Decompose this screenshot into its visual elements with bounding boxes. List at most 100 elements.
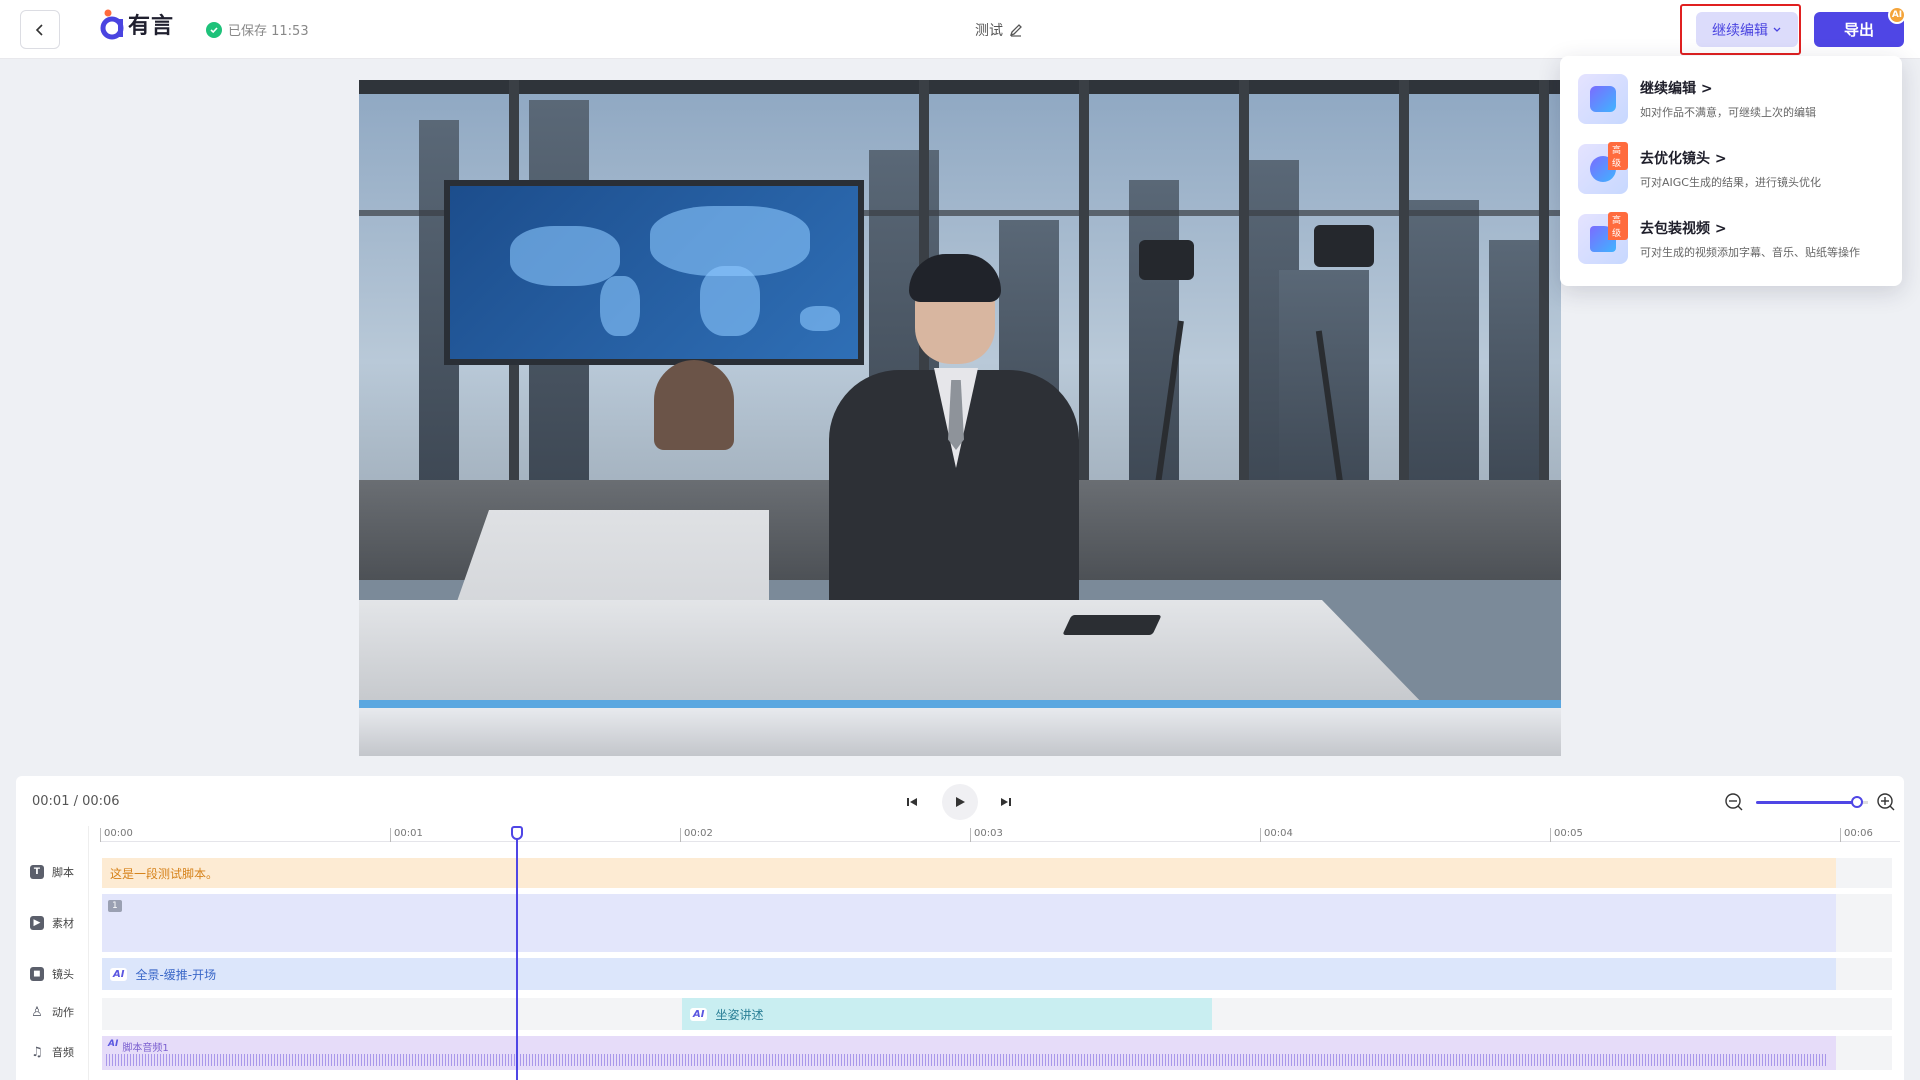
window-frame <box>359 80 1561 94</box>
camera-clip[interactable]: AI 全景-缓推-开场 <box>102 958 1836 990</box>
music-note-icon: ♫ <box>31 1044 43 1060</box>
map-region <box>700 266 760 336</box>
playhead-line[interactable] <box>516 828 518 1080</box>
playhead-handle[interactable] <box>511 826 523 840</box>
menu-item-desc: 可对AIGC生成的结果，进行镜头优化 <box>1640 176 1821 189</box>
camera-icon: ◼ <box>30 967 44 981</box>
ai-icon: AI <box>110 967 128 981</box>
audio-clip[interactable]: AI 脚本音频1 <box>102 1036 1836 1070</box>
action-clip-text: 坐姿讲述 <box>715 1007 764 1022</box>
text-icon: T <box>30 865 44 879</box>
save-status: 已保存 11:53 <box>206 20 309 39</box>
ai-icon: AI <box>108 1039 119 1049</box>
track-label-text: 动作 <box>52 1006 74 1019</box>
menu-item-title: 继续编辑 > <box>1640 81 1713 97</box>
material-clip-index: 1 <box>108 900 122 912</box>
menu-item-continue-edit[interactable]: 继续编辑 > 如对作品不满意，可继续上次的编辑 <box>1578 74 1888 130</box>
ruler-label: 00:01 <box>390 828 423 842</box>
continue-edit-button[interactable]: 继续编辑 <box>1696 12 1798 47</box>
skip-forward-icon <box>1001 798 1011 806</box>
zoom-out-button[interactable] <box>1720 788 1748 816</box>
track-label-script: T 脚本 <box>30 864 74 880</box>
document-title[interactable]: 测试 <box>975 20 1023 40</box>
save-status-text: 已保存 11:53 <box>228 24 309 39</box>
ruler-label: 00:05 <box>1550 828 1583 842</box>
track-label-material: ▶ 素材 <box>30 915 74 931</box>
track-label-divider <box>88 826 89 1080</box>
track-label-text: 镜头 <box>52 968 74 981</box>
menu-item-desc: 如对作品不满意，可继续上次的编辑 <box>1640 106 1816 119</box>
building <box>1129 180 1179 500</box>
premium-tag: 高级 <box>1608 142 1628 170</box>
document-title-text: 测试 <box>975 23 1003 39</box>
track-label-audio: ♫ 音频 <box>30 1044 74 1060</box>
studio-camera <box>1139 240 1194 280</box>
play-button[interactable] <box>942 784 978 820</box>
zoom-in-icon <box>1877 793 1895 811</box>
ai-badge: AI <box>1888 6 1906 24</box>
check-circle-icon <box>206 21 222 38</box>
world-map-screen <box>444 180 864 365</box>
continue-edit-dropdown: 继续编辑 > 如对作品不满意，可继续上次的编辑 高级 去优化镜头 > 可对AIG… <box>1560 56 1902 286</box>
menu-item-desc: 可对生成的视频添加字幕、音乐、贴纸等操作 <box>1640 246 1860 259</box>
menu-item-title: 去包装视频 > <box>1640 221 1727 237</box>
export-label: 导出 <box>1843 21 1874 39</box>
track-label-text: 音频 <box>52 1046 74 1059</box>
camera-clip-text: 全景-缓推-开场 <box>135 967 217 982</box>
skip-back-icon <box>907 798 917 806</box>
chevron-left-icon <box>35 23 43 36</box>
studio-chair <box>654 360 734 450</box>
continue-edit-icon <box>1578 74 1628 124</box>
track-label-action: ♙ 动作 <box>30 1004 74 1020</box>
map-region <box>510 226 620 286</box>
ruler-label: 00:02 <box>680 828 713 842</box>
menu-item-package-video[interactable]: 高级 去包装视频 > 可对生成的视频添加字幕、音乐、贴纸等操作 <box>1578 212 1888 270</box>
zoom-in-button[interactable] <box>1872 788 1900 816</box>
track-label-text: 脚本 <box>52 866 74 879</box>
action-clip[interactable]: AI 坐姿讲述 <box>682 998 1212 1030</box>
zoom-slider-knob[interactable] <box>1851 796 1863 808</box>
news-desk <box>359 510 1561 756</box>
desk-light-strip <box>359 700 1561 708</box>
audio-waveform <box>106 1054 1826 1066</box>
logo-mark-icon <box>100 9 124 40</box>
script-clip-text: 这是一段测试脚本。 <box>110 866 219 881</box>
track-label-camera: ◼ 镜头 <box>30 966 74 982</box>
track-label-text: 素材 <box>52 917 74 930</box>
video-preview[interactable] <box>359 80 1561 756</box>
map-region <box>800 306 840 331</box>
timeline-panel: 00:01 / 00:06 00:00 00:01 00:02 00:03 00… <box>16 776 1904 1080</box>
time-ruler[interactable]: 00:00 00:01 00:02 00:03 00:04 00:05 00:0… <box>100 826 1900 842</box>
person-icon: ♙ <box>31 1004 43 1020</box>
camera-optimize-icon: 高级 <box>1578 142 1628 194</box>
building <box>1409 200 1479 500</box>
audio-clip-text: 脚本音频1 <box>122 1043 169 1054</box>
play-icon <box>956 797 965 807</box>
script-clip[interactable]: 这是一段测试脚本。 <box>102 858 1836 888</box>
desk-tablet <box>1062 615 1162 635</box>
anchor-hair <box>909 254 1001 302</box>
desk-surface <box>359 600 1429 710</box>
desk-base <box>359 708 1561 756</box>
skip-forward-button[interactable] <box>992 788 1020 816</box>
studio-camera <box>1314 225 1374 267</box>
skip-back-button[interactable] <box>898 788 926 816</box>
ruler-label: 00:00 <box>100 828 133 842</box>
menu-item-optimize-camera[interactable]: 高级 去优化镜头 > 可对AIGC生成的结果，进行镜头优化 <box>1578 142 1888 200</box>
pencil-icon[interactable] <box>1009 23 1023 37</box>
ai-icon: AI <box>690 1007 708 1021</box>
continue-edit-label: 继续编辑 <box>1712 22 1768 39</box>
back-button[interactable] <box>20 10 60 49</box>
chevron-down-icon <box>1773 27 1781 32</box>
app-logo[interactable]: 有言 <box>98 8 174 40</box>
premium-tag: 高级 <box>1608 212 1628 240</box>
zoom-slider-track[interactable] <box>1756 801 1857 804</box>
ruler-label: 00:06 <box>1840 828 1873 842</box>
package-video-icon: 高级 <box>1578 212 1628 264</box>
ruler-label: 00:03 <box>970 828 1003 842</box>
time-display: 00:01 / 00:06 <box>32 794 120 809</box>
ruler-label: 00:04 <box>1260 828 1293 842</box>
material-clip[interactable]: 1 <box>102 894 1836 952</box>
menu-item-title: 去优化镜头 > <box>1640 151 1727 167</box>
top-bar: 有言 已保存 11:53 测试 继续编辑 导出 AI <box>0 0 1920 59</box>
